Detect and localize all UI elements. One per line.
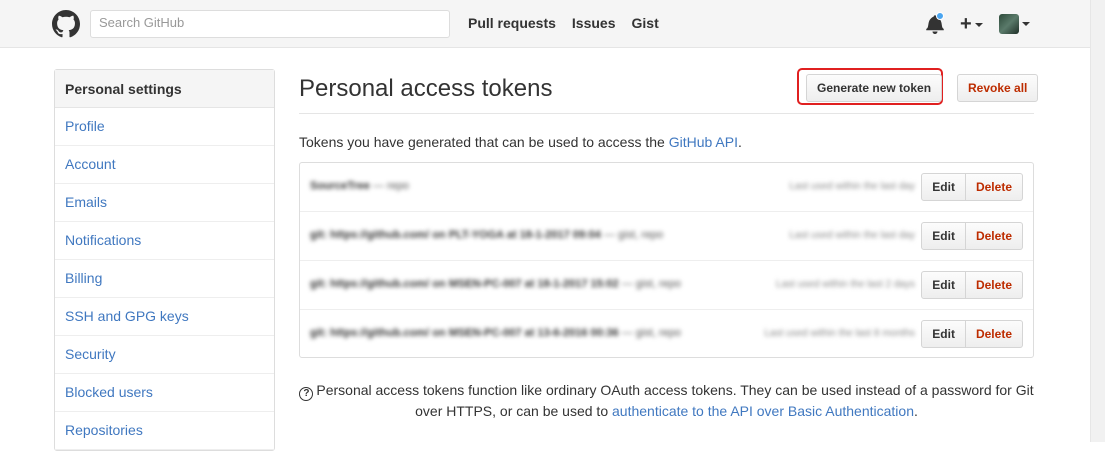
token-last-used: Last used within the last day [789, 181, 915, 192]
token-row: git: https://github.com/ on PLT-YOGA at … [300, 212, 1033, 261]
token-actions: Edit Delete [921, 320, 1023, 348]
nav-issues[interactable]: Issues [572, 15, 616, 31]
token-row: git: https://github.com/ on MSEN-PC-007 … [300, 261, 1033, 310]
token-actions: Edit Delete [921, 173, 1023, 201]
token-row: git: https://github.com/ on MSEN-PC-007 … [300, 310, 1033, 357]
token-scopes: — gist, repo [618, 278, 682, 290]
intro-end: . [737, 134, 742, 150]
basic-auth-link[interactable]: authenticate to the API over Basic Authe… [612, 403, 914, 419]
token-actions: Edit Delete [921, 222, 1023, 250]
sidebar-item-ssh-gpg-keys[interactable]: SSH and GPG keys [55, 298, 274, 336]
token-description: SourceTree — repo [310, 180, 409, 192]
token-name: git: https://github.com/ on MSEN-PC-007 … [310, 278, 619, 290]
sidebar-title: Personal settings [55, 70, 274, 108]
notifications-bell-icon[interactable] [926, 12, 944, 34]
sidebar-item-emails[interactable]: Emails [55, 184, 274, 222]
github-api-link[interactable]: GitHub API [669, 134, 738, 150]
token-last-used: Last used within the last day [789, 230, 915, 241]
github-logo-icon[interactable] [52, 10, 80, 38]
header-actions: + [926, 12, 1030, 36]
edit-token-button[interactable]: Edit [921, 173, 966, 201]
settings-sidebar: Personal settings Profile Account Emails… [54, 69, 275, 451]
chevron-down-icon [974, 22, 983, 27]
create-new-icon[interactable]: + [960, 14, 983, 34]
page-scrollbar[interactable] [1090, 0, 1105, 442]
sidebar-item-profile[interactable]: Profile [55, 108, 274, 146]
token-last-used: Last used within the last 2 days [776, 279, 915, 290]
token-scopes: — gist, repo [618, 327, 682, 339]
token-actions: Edit Delete [921, 271, 1023, 299]
tokens-intro: Tokens you have generated that can be us… [299, 134, 742, 150]
intro-text: Tokens you have generated that can be us… [299, 134, 669, 150]
question-icon: ? [299, 387, 314, 401]
token-name: git: https://github.com/ on PLT-YOGA at … [310, 229, 601, 241]
token-description: git: https://github.com/ on MSEN-PC-007 … [310, 278, 681, 290]
user-avatar[interactable] [998, 14, 1019, 34]
title-divider [299, 113, 1034, 114]
edit-token-button[interactable]: Edit [921, 222, 966, 250]
sidebar-item-account[interactable]: Account [55, 146, 274, 184]
delete-token-button[interactable]: Delete [965, 320, 1023, 348]
edit-token-button[interactable]: Edit [921, 320, 966, 348]
plus-label: + [960, 13, 972, 35]
nav-gist[interactable]: Gist [632, 15, 659, 31]
note-end: . [913, 403, 918, 419]
generate-new-token-button[interactable]: Generate new token [806, 74, 943, 102]
token-description: git: https://github.com/ on PLT-YOGA at … [310, 229, 663, 241]
token-scopes: — gist, repo [600, 229, 664, 241]
token-name: git: https://github.com/ on MSEN-PC-007 … [310, 327, 619, 339]
sidebar-item-security[interactable]: Security [55, 336, 274, 374]
nav-pull-requests[interactable]: Pull requests [468, 15, 556, 31]
tokens-help-note: ? Personal access tokens function like or… [299, 380, 1034, 422]
token-row: SourceTree — repo Last used within the l… [300, 163, 1033, 212]
delete-token-button[interactable]: Delete [965, 222, 1023, 250]
edit-token-button[interactable]: Edit [921, 271, 966, 299]
sidebar-item-billing[interactable]: Billing [55, 260, 274, 298]
header-nav: Pull requests Issues Gist [468, 15, 659, 31]
token-name: SourceTree [310, 180, 370, 192]
token-description: git: https://github.com/ on MSEN-PC-007 … [310, 327, 681, 339]
sidebar-item-repositories[interactable]: Repositories [55, 412, 274, 450]
sidebar-item-blocked-users[interactable]: Blocked users [55, 374, 274, 412]
delete-token-button[interactable]: Delete [965, 173, 1023, 201]
sidebar-item-notifications[interactable]: Notifications [55, 222, 274, 260]
avatar-chevron-down-icon[interactable] [1021, 22, 1030, 26]
revoke-all-button[interactable]: Revoke all [957, 74, 1039, 102]
token-scopes: — repo [369, 180, 410, 192]
delete-token-button[interactable]: Delete [965, 271, 1023, 299]
page-title: Personal access tokens [299, 75, 553, 102]
search-input[interactable]: Search GitHub [90, 10, 450, 38]
site-header: Search GitHub Pull requests Issues Gist … [0, 0, 1090, 48]
token-last-used: Last used within the last 8 months [764, 328, 915, 339]
token-list: SourceTree — repo Last used within the l… [299, 162, 1034, 358]
unread-dot [936, 12, 944, 20]
